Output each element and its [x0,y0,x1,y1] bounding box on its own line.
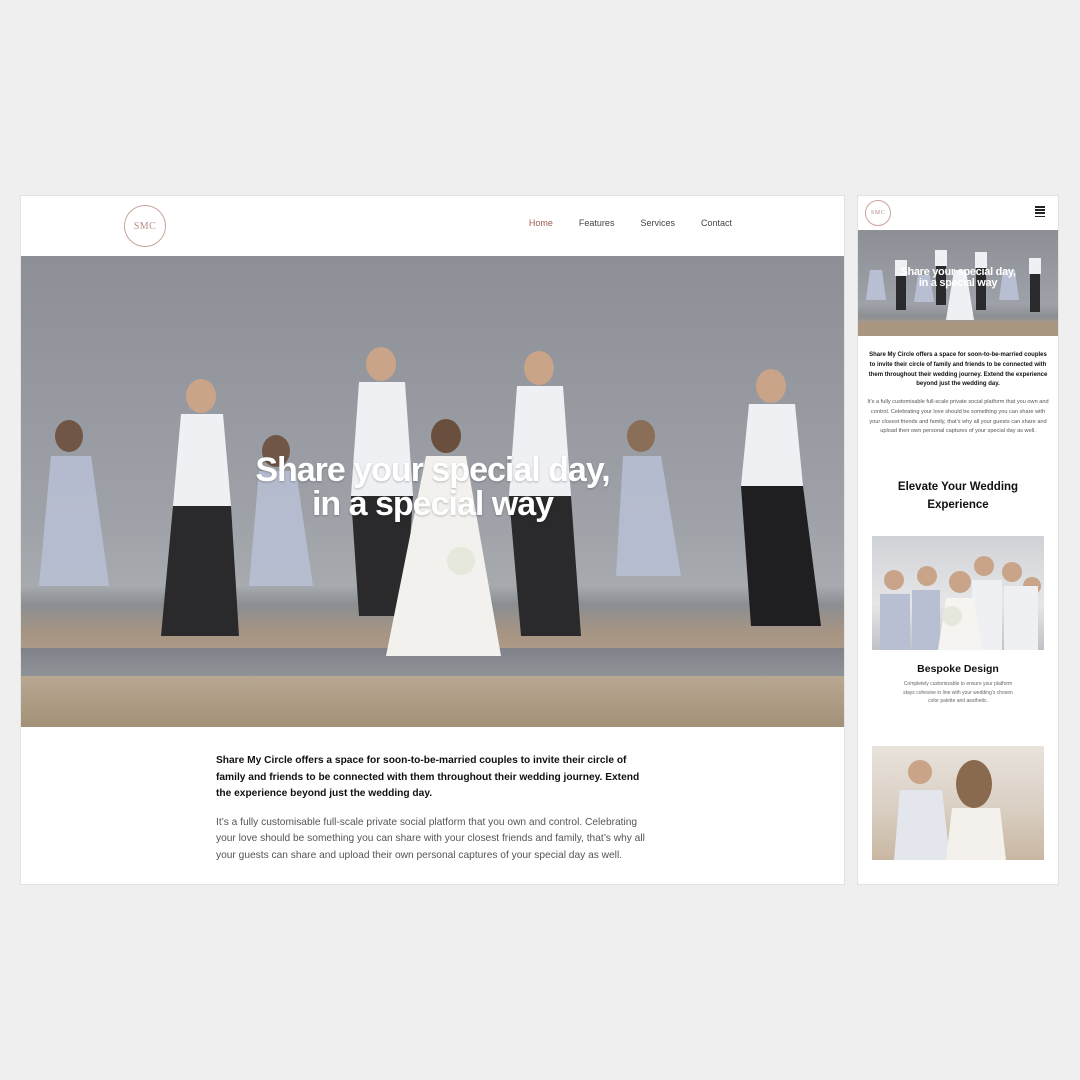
nav-services[interactable]: Services [640,218,675,228]
hero-title-line1: Share your special day, [255,451,610,489]
site-header: SMC Home Features Services Contact [21,196,844,256]
nav-home[interactable]: Home [529,218,553,228]
main-nav: Home Features Services Contact [529,218,732,228]
mobile-hero-title-line2: in a special way [918,277,998,289]
hero-title-line2: in a special way [311,485,554,523]
mobile-section-title: Elevate Your Wedding Experience [897,481,1019,511]
mobile-hero-banner: Share your special day, in a special way [858,230,1058,336]
card-text-bespoke-design: Completely customizable to ensure your p… [903,681,1013,704]
card-image-group-photo [872,536,1044,650]
desktop-mockup: SMC Home Features Services Contact Share… [21,196,844,884]
mobile-hero-title: Share your special day, in a special way [858,267,1058,289]
intro-lead: Share My Circle offers a space for soon-… [216,755,640,799]
mobile-logo[interactable]: SMC [865,200,891,226]
menu-icon[interactable] [1035,206,1045,219]
nav-contact[interactable]: Contact [701,218,732,228]
hero-banner: Share your special day, in a special way [21,256,844,727]
hero-title: Share your special day, in a special way [21,453,844,521]
mobile-intro-lead: Share My Circle offers a space for soon-… [868,352,1048,388]
intro-body: It’s a fully customisable full-scale pri… [216,816,645,861]
nav-features[interactable]: Features [579,218,615,228]
mobile-intro-body: It’s a fully customisable full-scale pri… [867,399,1049,435]
card-image-couple-photo [872,746,1044,860]
intro-section: Share My Circle offers a space for soon-… [216,753,656,864]
logo[interactable]: SMC [124,205,166,247]
mobile-mockup: SMC Share your special day, in a special… [858,196,1058,884]
card-title-bespoke-design: Bespoke Design [917,663,999,675]
